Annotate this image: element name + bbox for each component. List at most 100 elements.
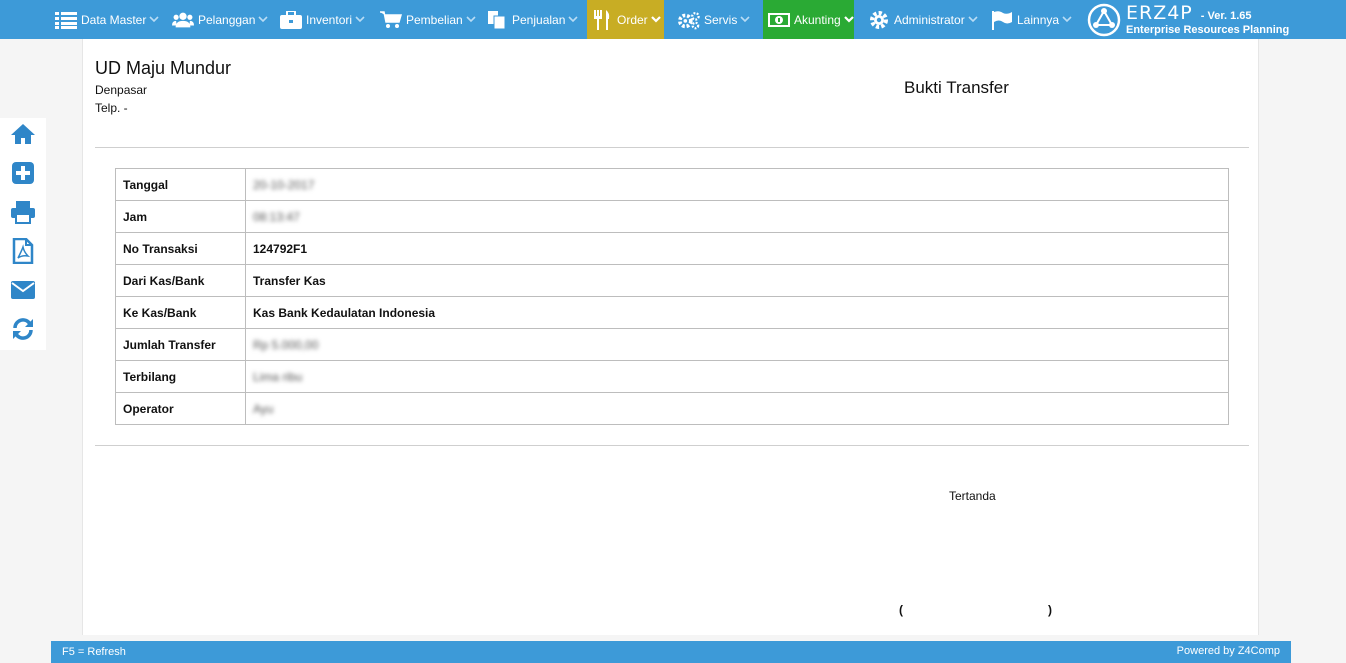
- detail-value-text: Ayu: [253, 401, 274, 416]
- detail-value-text: 124792F1: [253, 241, 308, 256]
- email-icon: [10, 280, 36, 305]
- detail-value-text: Rp 5.000,00: [253, 337, 319, 352]
- nav-label: Administrator: [894, 12, 965, 27]
- left-toolbar: [0, 118, 46, 350]
- chevron-down-icon: [466, 15, 476, 25]
- detail-value-text: 20-10-2017: [253, 177, 315, 192]
- divider-top: [95, 147, 1249, 148]
- home-icon: [10, 123, 36, 150]
- nav-administrator[interactable]: Administrator: [868, 0, 978, 39]
- chevron-down-icon: [1062, 15, 1072, 25]
- chevron-down-icon: [149, 15, 159, 25]
- company-phone: Telp. -: [95, 101, 128, 115]
- table-row: Ke Kas/Bank Kas Bank Kedaulatan Indonesia: [115, 296, 1229, 329]
- nav-lainnya[interactable]: Lainnya: [991, 0, 1072, 39]
- detail-value: Rp 5.000,00: [245, 328, 1229, 361]
- detail-value: 20-10-2017: [245, 168, 1229, 201]
- top-navbar: Data Master Pelanggan Inventori Pembelia…: [0, 0, 1346, 39]
- nav-inventori[interactable]: Inventori: [280, 0, 365, 39]
- table-row: Operator Ayu: [115, 392, 1229, 425]
- detail-value: Kas Bank Kedaulatan Indonesia: [245, 296, 1229, 329]
- detail-value: Transfer Kas: [245, 264, 1229, 297]
- nav-label: Penjualan: [512, 12, 566, 27]
- company-city: Denpasar: [95, 83, 148, 97]
- detail-label: Operator: [115, 392, 246, 425]
- pdf-icon: [12, 237, 34, 269]
- nav-label: Data Master: [81, 12, 147, 27]
- brand: ERZ4P - Ver. 1.65 Enterprise Resources P…: [1086, 0, 1289, 39]
- documents-icon: [486, 10, 508, 30]
- detail-value: 124792F1: [245, 232, 1229, 265]
- detail-value: Ayu: [245, 392, 1229, 425]
- briefcase-icon: [280, 10, 302, 30]
- cart-icon: [380, 10, 402, 30]
- add-button[interactable]: [10, 161, 36, 190]
- detail-value-text: Transfer Kas: [253, 273, 326, 288]
- signature-close-paren: ): [1048, 603, 1052, 617]
- detail-value-text: Lima ribu: [253, 369, 303, 384]
- table-row: Tanggal 20-10-2017: [115, 168, 1229, 201]
- table-row: Terbilang Lima ribu: [115, 360, 1229, 393]
- gears-icon: [678, 10, 700, 30]
- chevron-down-icon: [968, 15, 978, 25]
- detail-label: No Transaksi: [115, 232, 246, 265]
- nav-label: Akunting: [794, 12, 841, 27]
- nav-label: Order: [617, 12, 648, 27]
- table-row: Jam 08:13:47: [115, 200, 1229, 233]
- chevron-down-icon: [258, 15, 268, 25]
- nav-pembelian[interactable]: Pembelian: [380, 0, 476, 39]
- footer-credit: Powered by Z4Comp: [1176, 645, 1280, 657]
- erzap-logo-icon: [1086, 2, 1122, 38]
- nav-label: Pelanggan: [198, 12, 256, 27]
- cutlery-icon: [591, 9, 613, 30]
- nav-order[interactable]: Order: [587, 0, 664, 39]
- flag-icon: [991, 10, 1013, 30]
- add-icon: [11, 161, 35, 190]
- table-row: Dari Kas/Bank Transfer Kas: [115, 264, 1229, 297]
- print-icon: [10, 200, 36, 229]
- footer-bar: F5 = Refresh Powered by Z4Comp: [51, 641, 1291, 663]
- transfer-detail-table: Tanggal 20-10-2017 Jam 08:13:47 No Transaksi…: [115, 168, 1229, 425]
- nav-label: Servis: [704, 12, 738, 27]
- email-button[interactable]: [10, 279, 36, 305]
- chevron-down-icon: [355, 15, 365, 25]
- detail-value: 08:13:47: [245, 200, 1229, 233]
- detail-value: Lima ribu: [245, 360, 1229, 393]
- detail-label: Tanggal: [115, 168, 246, 201]
- money-icon: [768, 10, 790, 30]
- print-button[interactable]: [10, 200, 36, 229]
- nav-label: Inventori: [306, 12, 353, 27]
- pdf-button[interactable]: [10, 237, 36, 269]
- brand-version: - Ver. 1.65: [1200, 9, 1252, 22]
- detail-label: Dari Kas/Bank: [115, 264, 246, 297]
- list-icon: [55, 10, 77, 30]
- footer-hint: F5 = Refresh: [62, 646, 126, 658]
- document-panel: UD Maju Mundur Denpasar Telp. - Bukti Tr…: [82, 39, 1259, 635]
- signature-label: Tertanda: [949, 489, 996, 503]
- nav-akunting[interactable]: Akunting: [763, 0, 854, 39]
- detail-label: Terbilang: [115, 360, 246, 393]
- gear-icon: [868, 10, 890, 30]
- detail-value-text: Kas Bank Kedaulatan Indonesia: [253, 305, 436, 320]
- brand-name: ERZ4P: [1126, 1, 1193, 24]
- chevron-down-icon: [740, 15, 750, 25]
- detail-value-text: 08:13:47: [253, 209, 300, 224]
- brand-subtitle: Enterprise Resources Planning: [1126, 23, 1290, 36]
- nav-label: Pembelian: [406, 12, 463, 27]
- chevron-down-icon: [568, 15, 578, 25]
- chevron-down-icon: [650, 15, 661, 25]
- refresh-icon: [11, 317, 35, 346]
- nav-data-master[interactable]: Data Master: [55, 0, 159, 39]
- nav-pelanggan[interactable]: Pelanggan: [172, 0, 268, 39]
- divider-bottom: [95, 445, 1249, 446]
- signature-open-paren: (: [899, 603, 903, 617]
- detail-label: Jumlah Transfer: [115, 328, 246, 361]
- nav-servis[interactable]: Servis: [678, 0, 750, 39]
- nav-label: Lainnya: [1017, 12, 1060, 27]
- home-button[interactable]: [10, 123, 36, 149]
- users-icon: [172, 10, 194, 30]
- refresh-button[interactable]: [10, 317, 36, 346]
- nav-penjualan[interactable]: Penjualan: [486, 0, 578, 39]
- detail-label: Jam: [115, 200, 246, 233]
- company-name: UD Maju Mundur: [95, 58, 232, 78]
